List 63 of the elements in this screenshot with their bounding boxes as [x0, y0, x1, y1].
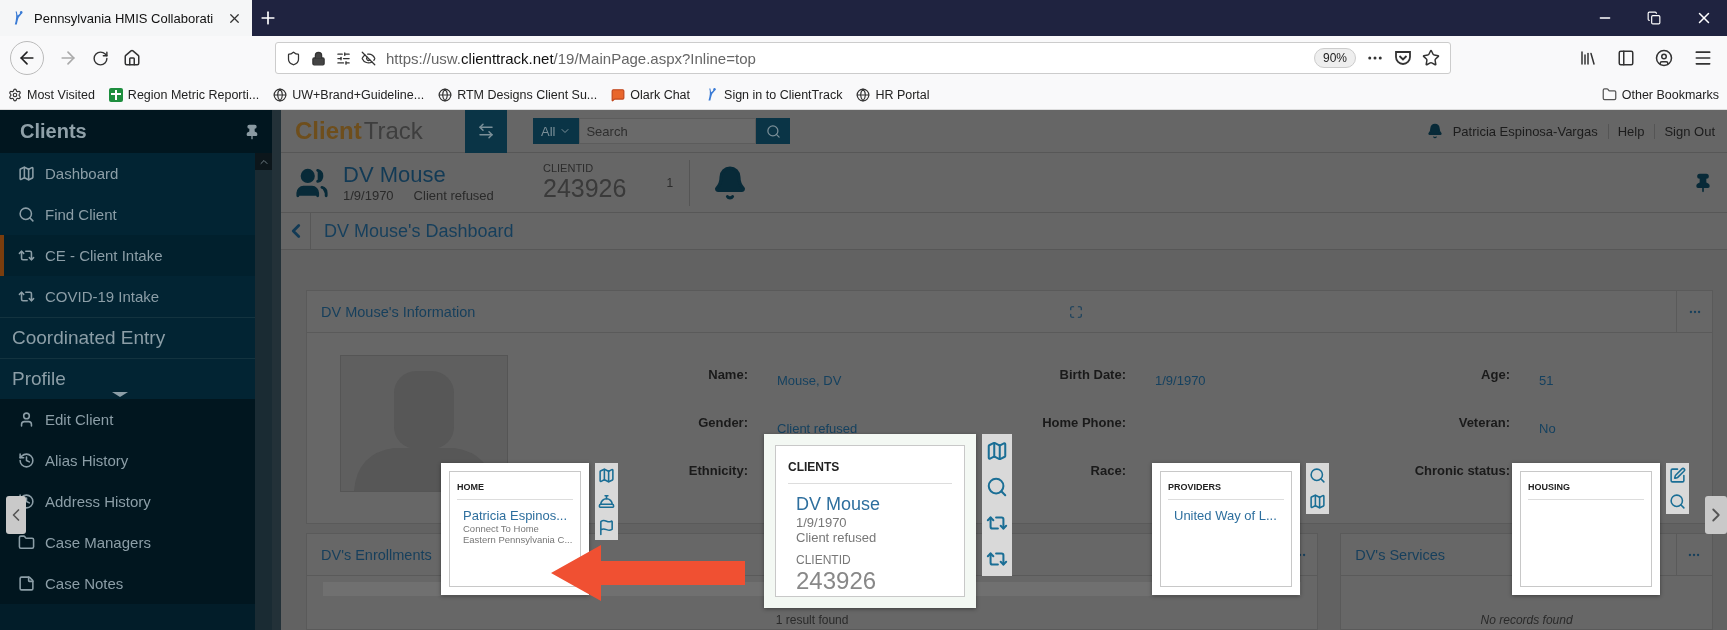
card-link[interactable]: United Way of L... [1174, 508, 1284, 523]
field-value: Client refused [777, 420, 859, 438]
browser-tab[interactable]: Pennsylvania HMIS Collaborati [0, 0, 252, 36]
bookmark-link[interactable]: Region Metric Reporti... [127, 87, 260, 102]
panel-title: DV's Services [1355, 546, 1445, 563]
field-label: Ethnicity: [688, 462, 748, 480]
bookmark-link[interactable]: Most Visited [27, 87, 95, 102]
card-link[interactable]: Patricia Espinos... [463, 508, 573, 523]
field-label: Name: [708, 366, 748, 384]
page-title: DV Mouse's Dashboard [323, 220, 514, 242]
bookmark-link[interactable]: Sign in to ClientTrack [724, 87, 843, 102]
field-label: Veteran: [1458, 414, 1510, 432]
field-label: Chronic status: [1414, 462, 1510, 480]
search-field[interactable]: Search [579, 118, 757, 144]
sidebar-item[interactable]: COVID-19 Intake [0, 276, 255, 317]
field-label: Age: [1481, 366, 1510, 384]
field-value: 51 [1539, 372, 1555, 390]
field-label: Race: [1090, 462, 1126, 480]
bookmark-link[interactable]: Olark Chat [630, 87, 691, 102]
sidebar-title: Clients [20, 120, 87, 143]
card-title: HOUSING [1528, 482, 1644, 500]
sidebar-item[interactable]: CE - Client Intake [0, 235, 255, 276]
bookmark-link[interactable]: RTM Designs Client Su... [457, 87, 598, 102]
birth-date: 1/9/1970 [343, 188, 394, 203]
sidebar-item[interactable]: Address History [0, 481, 255, 522]
field-value: No [1539, 420, 1557, 438]
card-id: 243926 [796, 567, 878, 595]
sidebar-item[interactable]: Dashboard [0, 153, 255, 194]
client-name: DV Mouse [343, 162, 447, 188]
status-text: No records found [1480, 613, 1573, 627]
bookmark-link[interactable]: HR Portal [875, 87, 930, 102]
card-detail: Connect To Home [463, 523, 540, 534]
field-label: Birth Date: [1059, 366, 1126, 384]
sidebar-item[interactable]: Case Managers [0, 522, 255, 563]
card-title: CLIENTS [788, 460, 952, 484]
alert-count: 1 [666, 175, 674, 190]
card-title: HOME [457, 482, 573, 500]
panel-title: DV's Enrollments [321, 546, 432, 563]
scope-dropdown[interactable]: All [533, 118, 580, 144]
status-text: 1 result found [775, 613, 849, 627]
sidebar-item[interactable]: Find Client [0, 194, 255, 235]
zoom-level[interactable]: 90% [1313, 48, 1356, 68]
card-title: PROVIDERS [1168, 482, 1284, 500]
bookmark-link[interactable]: Other Bookmarks [1621, 87, 1719, 102]
card-link[interactable]: DV Mouse [796, 494, 952, 515]
sidebar-section[interactable]: Coordinated Entry [0, 317, 255, 358]
sidebar-item[interactable]: Case Notes [0, 563, 255, 604]
client-status: Client refused [413, 188, 494, 203]
sidebar-item[interactable]: Edit Client [0, 399, 255, 440]
client-id-label: CLIENTID [543, 162, 595, 174]
field-value: 1/9/1970 [1155, 372, 1207, 390]
card-detail: 1/9/1970 [796, 515, 848, 530]
field-value: Mouse, DV [777, 372, 843, 390]
panel-title: DV Mouse's Information [321, 303, 476, 320]
field-label: Gender: [698, 414, 748, 432]
address-bar[interactable]: https://usw.clienttrack.net/19/MainPage.aspx?Inline=top 90% [275, 42, 1451, 74]
card-id-label: CLIENTID [796, 553, 852, 567]
sidebar-section[interactable]: Profile [0, 358, 255, 399]
field-label: Home Phone: [1042, 414, 1126, 432]
sidebar-item[interactable]: Alias History [0, 440, 255, 481]
card-detail: Client refused [796, 530, 878, 545]
bookmark-link[interactable]: UW+Brand+Guideline... [292, 87, 425, 102]
card-detail: Eastern Pennsylvania C... [463, 534, 573, 545]
